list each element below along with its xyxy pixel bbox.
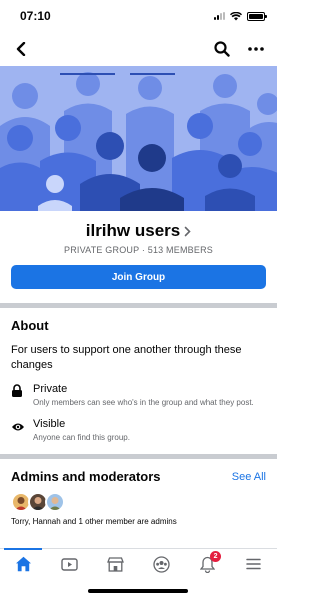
tab-marketplace[interactable] xyxy=(92,549,138,579)
see-all-link[interactable]: See All xyxy=(232,471,266,483)
status-time: 07:10 xyxy=(20,9,51,23)
notification-badge: 2 xyxy=(210,551,222,562)
admin-avatars xyxy=(11,492,266,512)
tab-home[interactable] xyxy=(0,548,46,579)
status-icons xyxy=(214,11,267,21)
visibility-row: Visible Anyone can find this group. xyxy=(11,418,266,443)
section-divider xyxy=(0,303,277,308)
back-button[interactable] xyxy=(10,38,32,60)
admins-title: Admins and moderators xyxy=(11,469,161,484)
bottom-nav: 2 xyxy=(0,548,277,600)
signal-icon xyxy=(214,12,225,20)
group-name: ilrihw users xyxy=(85,221,181,240)
group-name-link[interactable]: ilrihw users xyxy=(86,221,191,241)
group-meta: PRIVATE GROUP · 513 MEMBERS xyxy=(64,245,213,255)
privacy-subtitle: Only members can see who's in the group … xyxy=(33,398,254,407)
about-title: About xyxy=(11,318,49,333)
search-button[interactable] xyxy=(211,38,233,60)
tab-groups[interactable] xyxy=(139,549,185,579)
cover-photo xyxy=(0,66,277,211)
join-group-button[interactable]: Join Group xyxy=(11,265,266,289)
wifi-icon xyxy=(230,11,242,20)
tab-watch[interactable] xyxy=(46,549,92,579)
menu-icon xyxy=(246,558,262,570)
battery-icon xyxy=(247,11,267,21)
tab-notifications[interactable]: 2 xyxy=(185,549,231,579)
more-dots-icon xyxy=(248,47,264,51)
video-icon xyxy=(61,557,78,571)
search-icon xyxy=(214,41,230,57)
nav-bar xyxy=(0,32,277,66)
marketplace-icon xyxy=(106,556,124,572)
home-indicator xyxy=(88,589,188,593)
visibility-title: Visible xyxy=(33,418,66,430)
visibility-subtitle: Anyone can find this group. xyxy=(33,433,130,442)
home-icon xyxy=(15,556,31,572)
about-section: About For users to support one another t… xyxy=(0,318,277,443)
privacy-row: Private Only members can see who's in th… xyxy=(11,383,266,408)
group-header: ilrihw users PRIVATE GROUP · 513 MEMBERS xyxy=(0,211,277,255)
groups-icon xyxy=(153,555,170,573)
admins-summary: Torry, Hannah and 1 other member are adm… xyxy=(11,517,177,526)
lock-icon xyxy=(12,384,22,397)
avatar[interactable] xyxy=(45,492,65,512)
about-description: For users to support one another through… xyxy=(11,344,242,371)
admins-section: Admins and moderators See All Torry, Han… xyxy=(0,469,277,526)
more-button[interactable] xyxy=(245,38,267,60)
section-divider xyxy=(0,454,277,459)
eye-icon xyxy=(12,423,24,431)
tab-menu[interactable] xyxy=(231,549,277,579)
back-arrow-icon xyxy=(16,42,26,56)
privacy-title: Private xyxy=(33,383,68,395)
chevron-right-icon xyxy=(184,226,191,236)
status-bar: 07:10 xyxy=(0,0,277,32)
